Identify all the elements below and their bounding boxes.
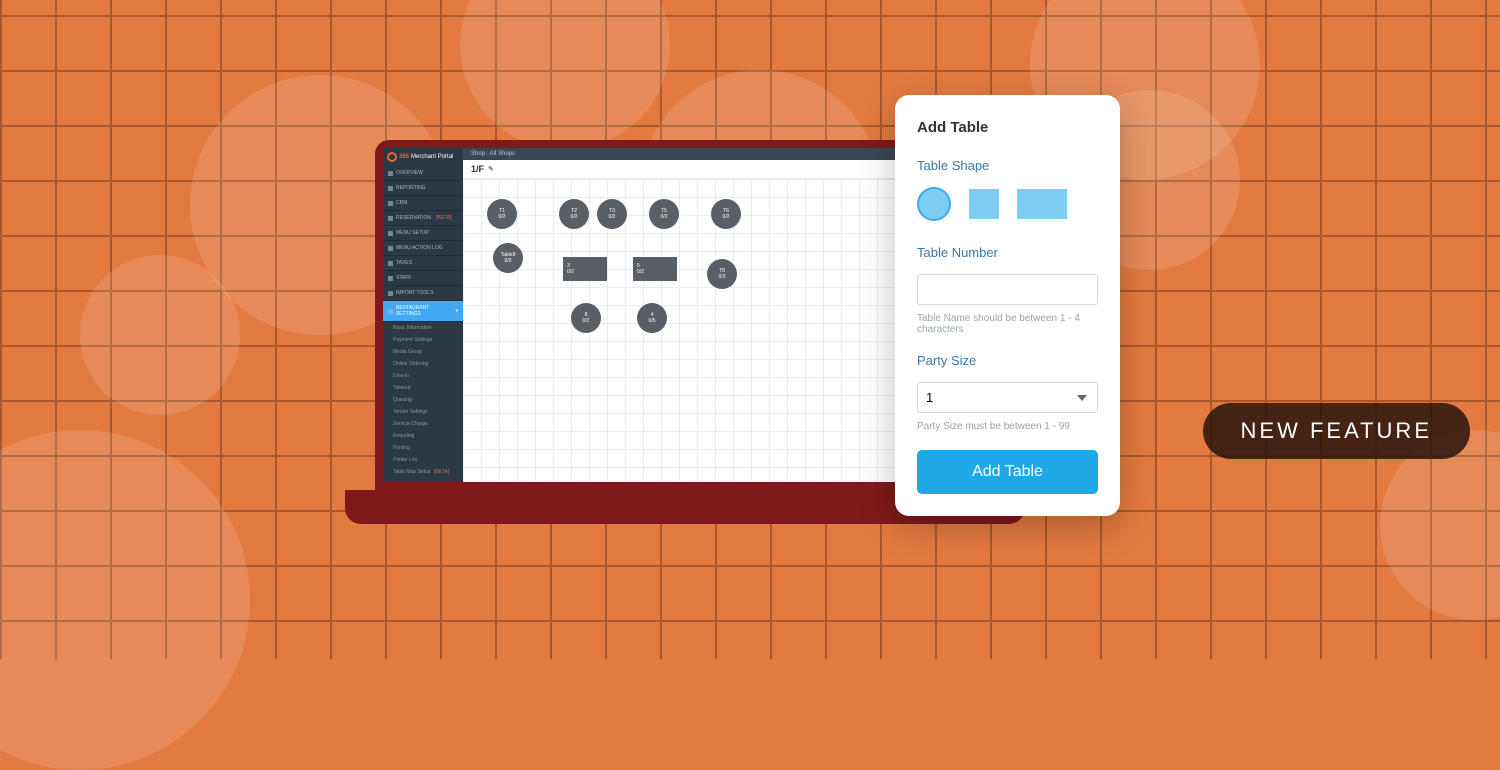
- nav-icon: [388, 309, 393, 314]
- sidebar-sub-item[interactable]: Printing: [383, 442, 463, 454]
- party-size-select[interactable]: 1: [917, 382, 1098, 413]
- sidebar-item[interactable]: IMPORT TOOLS: [383, 286, 463, 301]
- nav-icon: [388, 171, 393, 176]
- sidebar-item[interactable]: MENU SETUP: [383, 226, 463, 241]
- table-round[interactable]: T50/2: [649, 199, 679, 229]
- shape-options: [917, 187, 1098, 221]
- table-number-label: Table Number: [917, 245, 1098, 260]
- nav-icon: [388, 261, 393, 266]
- table-shape-label: Table Shape: [917, 158, 1098, 173]
- nav-icon: [388, 291, 393, 296]
- party-size-hint: Party Size must be between 1 - 99: [917, 421, 1098, 432]
- sidebar-sub-item[interactable]: Basic Information: [383, 322, 463, 334]
- floor-label: 1/F: [471, 164, 484, 174]
- sidebar-item[interactable]: TAXES: [383, 256, 463, 271]
- shape-option-rectangle[interactable]: [1017, 189, 1067, 219]
- sidebar-sub-item[interactable]: Media Group: [383, 346, 463, 358]
- modal-title: Add Table: [917, 119, 1098, 136]
- sidebar-sub-item[interactable]: Takeout: [383, 382, 463, 394]
- beta-tag: [BETA]: [436, 215, 451, 221]
- table-canvas[interactable]: T10/2 T20/2 T30/2 T50/2 T60/2 Table90/3 T80/3 8…: [463, 179, 917, 482]
- sidebar-sub-item[interactable]: Payment Settings: [383, 334, 463, 346]
- brand-row: 365 Merchant Portal: [383, 148, 463, 166]
- sidebar-sub-item[interactable]: Queuing: [383, 394, 463, 406]
- table-round[interactable]: T60/2: [711, 199, 741, 229]
- table-square[interactable]: 30/2: [563, 257, 607, 281]
- sidebar-item-label: STAFF: [396, 275, 411, 281]
- shop-selector-label: Shop : All Shops: [471, 151, 515, 157]
- table-round[interactable]: T30/2: [597, 199, 627, 229]
- sidebar-sub-item[interactable]: Dine-in: [383, 370, 463, 382]
- table-round[interactable]: 40/5: [637, 303, 667, 333]
- sidebar-item[interactable]: RESTAURANT SETTINGS▾: [383, 301, 463, 322]
- add-table-modal: Add Table Table Shape Table Number Table…: [895, 95, 1120, 516]
- sidebar-item-label: RESERVATION: [396, 215, 431, 221]
- sidebar-item-label: RESTAURANT SETTINGS: [396, 305, 453, 317]
- sidebar-item-label: TAXES: [396, 260, 412, 266]
- table-round[interactable]: 80/2: [571, 303, 601, 333]
- table-number-input[interactable]: [917, 274, 1098, 305]
- shape-option-square[interactable]: [969, 189, 999, 219]
- nav-icon: [388, 276, 393, 281]
- sidebar-item[interactable]: CRM: [383, 196, 463, 211]
- nav-icon: [388, 201, 393, 206]
- sidebar-item[interactable]: OVERVIEW: [383, 166, 463, 181]
- sidebar-sub-item[interactable]: Table Map Setup [BETA]: [383, 466, 463, 478]
- party-size-label: Party Size: [917, 353, 1098, 368]
- table-round[interactable]: Table90/3: [493, 243, 523, 273]
- sidebar-item-label: IMPORT TOOLS: [396, 290, 433, 296]
- sidebar-sub-item[interactable]: Tender Settings: [383, 406, 463, 418]
- decorative-bubble: [80, 255, 240, 415]
- new-feature-badge: NEW FEATURE: [1203, 403, 1470, 459]
- sidebar-item-label: REPORTING: [396, 185, 426, 191]
- sidebar-item-label: MENU ACTION LOG: [396, 245, 443, 251]
- table-round[interactable]: T10/2: [487, 199, 517, 229]
- shape-option-circle[interactable]: [917, 187, 951, 221]
- table-round[interactable]: T80/3: [707, 259, 737, 289]
- sidebar-sub-item[interactable]: Printer List: [383, 454, 463, 466]
- nav-icon: [388, 216, 393, 221]
- sidebar-item-label: OVERVIEW: [396, 170, 423, 176]
- sidebar-sub-item[interactable]: Service Charge: [383, 418, 463, 430]
- sidebar-sub-item[interactable]: Online Ordering: [383, 358, 463, 370]
- sidebar-item[interactable]: STAFF: [383, 271, 463, 286]
- brand-subtitle: Merchant Portal: [411, 154, 453, 160]
- brand-text: 365: [399, 154, 409, 160]
- table-number-hint: Table Name should be between 1 - 4 chara…: [917, 313, 1098, 335]
- table-round[interactable]: T20/2: [559, 199, 589, 229]
- nav-icon: [388, 231, 393, 236]
- nav-icon: [388, 246, 393, 251]
- sidebar-item-label: CRM: [396, 200, 407, 206]
- brand-logo-icon: [387, 152, 397, 162]
- edit-floor-icon[interactable]: ✎: [488, 165, 494, 173]
- sidebar-item[interactable]: MENU ACTION LOG: [383, 241, 463, 256]
- sidebar-item[interactable]: RESERVATION [BETA]: [383, 211, 463, 226]
- nav-icon: [388, 186, 393, 191]
- sidebar-sub-item[interactable]: Rounding: [383, 430, 463, 442]
- sidebar-item-label: MENU SETUP: [396, 230, 429, 236]
- chevron-down-icon: ▾: [455, 308, 458, 314]
- table-square[interactable]: 50/2: [633, 257, 677, 281]
- beta-tag: [BETA]: [433, 469, 450, 475]
- add-table-button[interactable]: Add Table: [917, 450, 1098, 494]
- sidebar-item[interactable]: REPORTING: [383, 181, 463, 196]
- app-sidebar: 365 Merchant Portal OVERVIEW REPORTING CRM…: [383, 148, 463, 482]
- sidebar-sub-item-label: Table Map Setup: [393, 469, 431, 475]
